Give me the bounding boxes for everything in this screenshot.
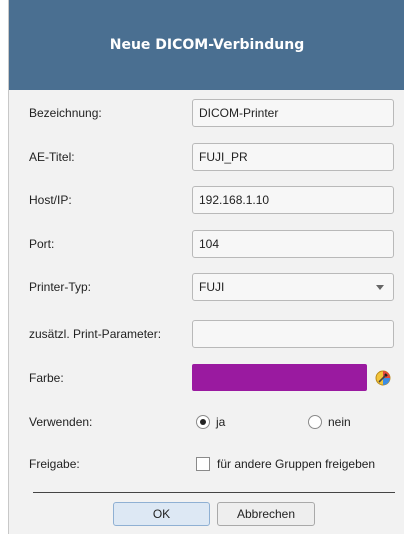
freigabe-checkbox-label[interactable]: für andere Gruppen freigeben <box>217 450 375 478</box>
port-input[interactable]: 104 <box>192 230 394 258</box>
color-picker-icon[interactable] <box>375 370 391 386</box>
row-printer-typ: Printer-Typ: FUJI <box>9 273 404 301</box>
farbe-label: Farbe: <box>29 371 64 385</box>
row-farbe: Farbe: <box>9 364 404 392</box>
radio-ja-label[interactable]: ja <box>216 408 225 436</box>
row-port: Port: 104 <box>9 230 404 258</box>
print-params-input[interactable] <box>192 320 394 348</box>
host-input[interactable]: 192.168.1.10 <box>192 186 394 214</box>
host-label: Host/IP: <box>29 193 72 207</box>
row-ae-titel: AE-Titel: FUJI_PR <box>9 143 404 171</box>
dialog-titlebar: Neue DICOM-Verbindung <box>9 0 404 90</box>
bezeichnung-input[interactable]: DICOM-Printer <box>192 99 394 127</box>
ok-button[interactable]: OK <box>113 502 210 526</box>
footer-divider <box>33 492 395 493</box>
freigabe-checkbox[interactable] <box>196 457 210 471</box>
row-freigabe: Freigabe: für andere Gruppen freigeben <box>9 450 404 478</box>
radio-nein[interactable] <box>308 415 322 429</box>
bezeichnung-label: Bezeichnung: <box>29 106 102 120</box>
dicom-connection-dialog: Neue DICOM-Verbindung Bezeichnung: DICOM… <box>8 0 404 534</box>
print-params-label: zusätzl. Print-Parameter: <box>29 327 162 341</box>
row-verwenden: Verwenden: ja nein <box>9 408 404 436</box>
port-label: Port: <box>29 237 55 251</box>
color-swatch[interactable] <box>192 364 367 391</box>
freigabe-label: Freigabe: <box>29 457 80 471</box>
radio-nein-label[interactable]: nein <box>328 408 351 436</box>
printer-typ-select[interactable]: FUJI <box>192 273 394 301</box>
printer-typ-label: Printer-Typ: <box>29 280 92 294</box>
printer-typ-value: FUJI <box>199 280 225 294</box>
verwenden-label: Verwenden: <box>29 415 93 429</box>
chevron-down-icon <box>376 285 384 290</box>
radio-ja[interactable] <box>196 415 210 429</box>
row-print-params: zusätzl. Print-Parameter: <box>9 320 404 348</box>
cancel-button[interactable]: Abbrechen <box>217 502 315 526</box>
row-bezeichnung: Bezeichnung: DICOM-Printer <box>9 99 404 127</box>
row-host: Host/IP: 192.168.1.10 <box>9 186 404 214</box>
ae-titel-input[interactable]: FUJI_PR <box>192 143 394 171</box>
ae-titel-label: AE-Titel: <box>29 150 75 164</box>
dialog-title: Neue DICOM-Verbindung <box>109 37 305 53</box>
